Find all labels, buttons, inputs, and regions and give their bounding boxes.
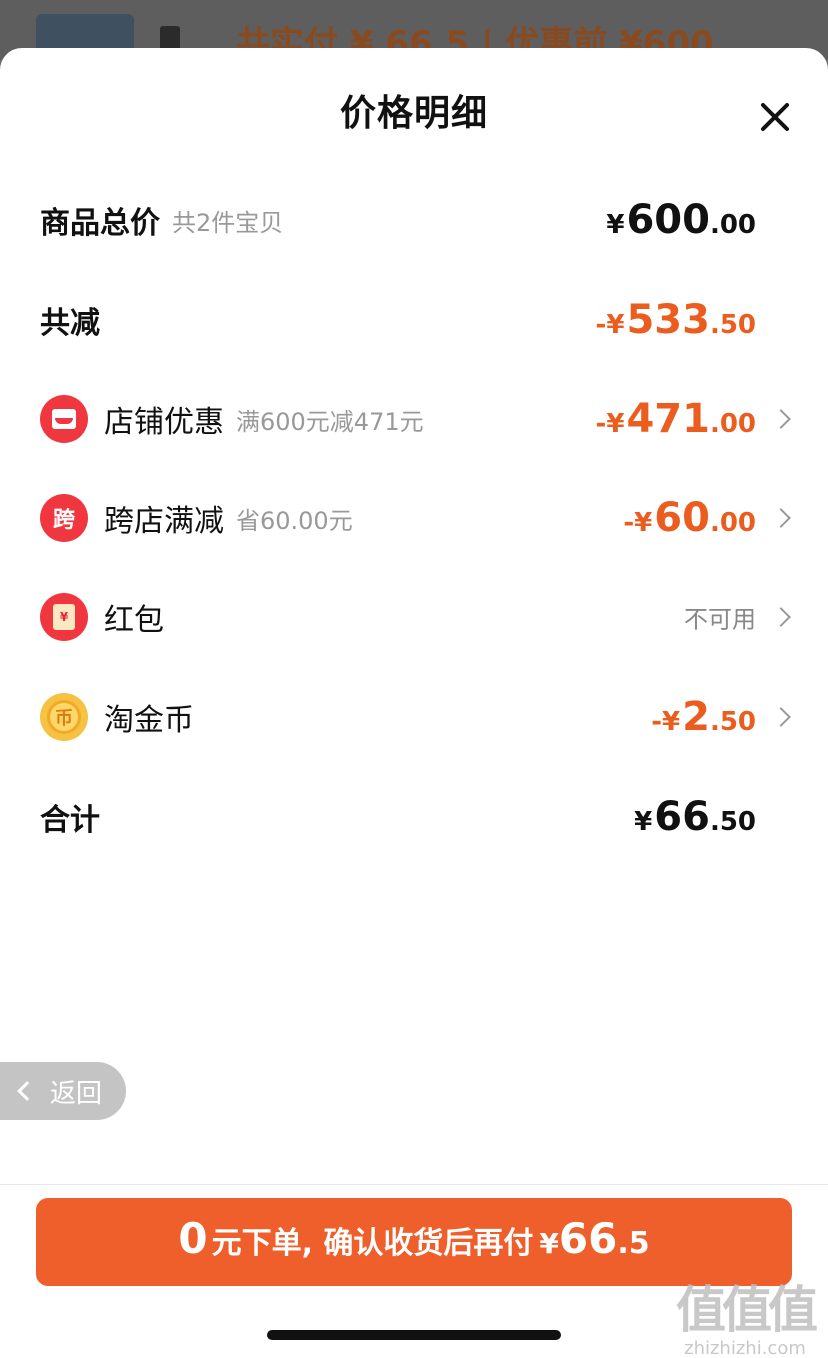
shop-icon: [40, 395, 88, 443]
sum-row: 合计 ¥66.50: [0, 787, 828, 847]
total-reduce-row: 共减 -¥ 533.50: [0, 290, 828, 350]
cross-store-amount: -¥ 60.00: [623, 495, 756, 541]
divider: [0, 1184, 828, 1185]
red-packet-label: 红包: [104, 603, 164, 638]
total-reduce-amount: -¥ 533.50: [595, 297, 756, 343]
sheet-title: 价格明细: [339, 93, 488, 134]
taojinbi-label: 淘金币: [104, 703, 194, 738]
taojinbi-row[interactable]: 币 淘金币 -¥ 2.50: [0, 687, 828, 747]
watermark: 值值值 zhizhizhi.com: [676, 1270, 818, 1358]
goods-count: 共2件宝贝: [172, 208, 284, 237]
chevron-right-icon: [771, 409, 791, 429]
cross-store-icon: 跨: [40, 494, 88, 542]
sum-amount: ¥66.50: [634, 794, 756, 840]
watermark-url: zhizhizhi.com: [684, 1338, 806, 1358]
taojinbi-amount: -¥ 2.50: [651, 694, 756, 740]
coin-icon: 币: [40, 693, 88, 741]
goods-total-amount: ¥600.00: [606, 197, 756, 243]
shop-discount-row[interactable]: 店铺优惠 满600元减471元 -¥ 471.00: [0, 389, 828, 449]
goods-total-label: 商品总价: [40, 206, 160, 241]
red-packet-row[interactable]: ¥ 红包 不可用: [0, 587, 828, 647]
back-button[interactable]: 返回: [0, 1062, 126, 1120]
chevron-right-icon: [771, 508, 791, 528]
total-reduce-label: 共减: [40, 306, 100, 341]
shop-discount-label: 店铺优惠: [104, 405, 224, 440]
cross-store-label: 跨店满减: [104, 504, 224, 539]
home-indicator: [267, 1330, 561, 1340]
cross-store-saved: 省60.00元: [236, 506, 353, 535]
close-icon[interactable]: [754, 96, 796, 138]
watermark-logo: 值值值: [676, 1281, 818, 1339]
sum-label: 合计: [40, 803, 100, 838]
back-button-label: 返回: [50, 1078, 103, 1109]
goods-total-row: 商品总价 共2件宝贝 ¥600.00: [0, 190, 828, 250]
chevron-right-icon: [771, 607, 791, 627]
shop-discount-amount: -¥ 471.00: [595, 396, 756, 442]
chevron-left-icon: [17, 1081, 37, 1101]
chevron-right-icon: [771, 707, 791, 727]
cross-store-row[interactable]: 跨 跨店满减 省60.00元 -¥ 60.00: [0, 488, 828, 548]
red-packet-icon: ¥: [40, 593, 88, 641]
red-packet-status: 不可用: [684, 605, 756, 634]
shop-discount-rule: 满600元减471元: [236, 407, 424, 436]
